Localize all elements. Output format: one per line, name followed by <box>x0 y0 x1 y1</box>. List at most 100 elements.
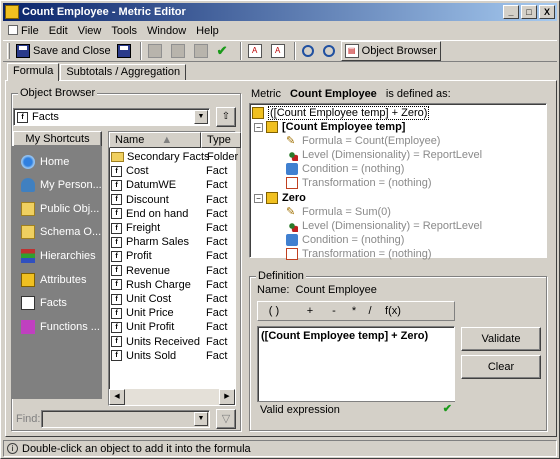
shortcut-attributes[interactable]: Attributes <box>13 270 103 290</box>
menu-bar: File Edit View Tools Window Help <box>3 22 557 40</box>
horizontal-scrollbar[interactable] <box>125 389 219 405</box>
cut-icon <box>147 44 162 58</box>
shortcut-my-personal[interactable]: My Person... <box>13 175 103 195</box>
attribute-icon <box>21 273 35 287</box>
cut-button[interactable] <box>145 41 168 61</box>
menu-tools[interactable]: Tools <box>106 25 142 37</box>
shortcut-home[interactable]: Home <box>13 152 103 172</box>
menu-file[interactable]: File <box>3 25 44 37</box>
column-type[interactable]: Type <box>201 132 241 148</box>
list-item[interactable]: f Rush Charge Fact <box>111 278 227 292</box>
list-item[interactable]: f Units Received Fact <box>111 335 227 349</box>
divide-button[interactable]: / <box>360 302 380 320</box>
object-browser-toggle[interactable]: ▤ Object Browser <box>340 41 441 61</box>
shortcut-schema-objects[interactable]: Schema O... <box>13 222 103 242</box>
minimize-button[interactable]: _ <box>503 5 519 19</box>
list-item[interactable]: f DatumWE Fact <box>111 178 227 192</box>
validate-button[interactable]: Validate <box>461 327 541 351</box>
tree-leaf[interactable]: Level (Dimensionality) = ReportLevel <box>286 148 482 162</box>
scroll-right-button[interactable]: ▶ <box>219 389 235 405</box>
title-bar[interactable]: Count Employee - Metric Editor _ □ X <box>3 3 557 21</box>
formula-tree[interactable]: ([Count Employee temp] + Zero) − [Count E… <box>249 103 547 261</box>
toolbar-separator <box>139 42 142 60</box>
folder-combo[interactable]: f Facts ▼ <box>13 108 210 126</box>
paste-button[interactable] <box>191 41 214 61</box>
tree-leaf[interactable]: Level (Dimensionality) = ReportLevel <box>286 219 482 233</box>
tab-formula[interactable]: Formula <box>7 63 60 81</box>
list-item-name: Unit Profit <box>126 321 175 334</box>
list-item-name: End on hand <box>126 207 189 220</box>
find-dependents-button[interactable] <box>320 41 341 61</box>
tree-leaf[interactable]: Transformation = (nothing) <box>286 247 432 261</box>
list-item[interactable]: f Revenue Fact <box>111 264 227 278</box>
toolbar-grip[interactable] <box>7 43 10 59</box>
tree-leaf[interactable]: Transformation = (nothing) <box>286 176 432 190</box>
tree-node-zero[interactable]: − Zero <box>254 191 306 205</box>
list-item[interactable]: f End on hand Fact <box>111 207 227 221</box>
my-shortcuts-button[interactable]: My Shortcuts <box>13 131 102 147</box>
collapse-icon[interactable]: − <box>254 122 263 132</box>
definition-label: Definition <box>256 270 306 282</box>
validate-toolbar-button[interactable]: ✔ <box>214 41 237 61</box>
tree-node-count-employee-temp[interactable]: − [Count Employee temp] <box>254 120 405 134</box>
tab-subtotals[interactable]: Subtotals / Aggregation <box>60 64 187 80</box>
list-item[interactable]: Secondary Facts Folder <box>111 150 238 164</box>
rename-alt-button[interactable]: A <box>268 41 291 61</box>
list-item-type: Folder <box>207 151 239 163</box>
filter-button[interactable]: ▽ <box>216 409 236 429</box>
column-name[interactable]: Name ▲ <box>109 132 201 148</box>
chevron-down-icon[interactable]: ▼ <box>194 412 208 426</box>
search-icon <box>322 45 335 57</box>
list-item[interactable]: f Discount Fact <box>111 193 227 207</box>
collapse-icon[interactable]: − <box>254 193 263 203</box>
find-input[interactable]: ▼ <box>41 410 210 428</box>
minus-button[interactable]: - <box>324 302 344 320</box>
parentheses-button[interactable]: ( ) <box>262 302 286 320</box>
list-item-type: Fact <box>206 222 228 234</box>
copy-button[interactable] <box>168 41 191 61</box>
toolbar-separator <box>293 42 296 60</box>
chevron-down-icon[interactable]: ▼ <box>194 110 208 124</box>
clear-button[interactable]: Clear <box>461 355 541 379</box>
tree-leaf[interactable]: ✎ Formula = Count(Employee) <box>286 134 440 148</box>
maximize-button[interactable]: □ <box>521 5 537 19</box>
menu-window[interactable]: Window <box>142 25 191 37</box>
menu-view[interactable]: View <box>73 25 107 37</box>
level-icon <box>286 220 298 232</box>
tree-root[interactable]: ([Count Employee temp] + Zero) <box>252 106 430 120</box>
parent-folder-button[interactable]: ⇧ <box>216 107 236 127</box>
close-button[interactable]: X <box>539 5 555 19</box>
menu-help[interactable]: Help <box>191 25 224 37</box>
save-and-close-button[interactable]: Save and Close <box>13 41 114 61</box>
list-item[interactable]: f Unit Profit Fact <box>111 320 227 334</box>
fact-icon: f <box>111 179 122 191</box>
tree-leaf[interactable]: Condition = (nothing) <box>286 233 404 247</box>
list-item[interactable]: f Freight Fact <box>111 221 227 235</box>
tree-leaf[interactable]: ✎ Formula = Sum(0) <box>286 205 391 219</box>
list-item[interactable]: f Profit Fact <box>111 249 227 263</box>
list-item[interactable]: f Units Sold Fact <box>111 349 227 363</box>
toolbar-separator <box>239 42 242 60</box>
metric-app-icon <box>5 5 19 19</box>
plus-button[interactable]: + <box>300 302 320 320</box>
save-button[interactable] <box>114 41 137 61</box>
tree-leaf[interactable]: Condition = (nothing) <box>286 162 404 176</box>
shortcut-functions[interactable]: Functions ... <box>13 317 103 337</box>
menu-edit[interactable]: Edit <box>44 25 73 37</box>
list-item[interactable]: f Pharm Sales Fact <box>111 235 227 249</box>
list-item[interactable]: f Unit Cost Fact <box>111 292 227 306</box>
list-item[interactable]: f Cost Fact <box>111 164 227 178</box>
function-button[interactable]: f(x) <box>380 302 406 320</box>
find-button[interactable] <box>299 41 320 61</box>
shortcut-facts[interactable]: Facts <box>13 293 103 313</box>
home-icon <box>21 155 35 169</box>
metric-editor-window: Count Employee - Metric Editor _ □ X Fil… <box>0 0 560 459</box>
list-item-type: Fact <box>206 207 228 220</box>
object-list[interactable]: Name ▲ Type Secondary Facts Folder f Cost Fa… <box>108 131 241 406</box>
rename-button[interactable]: A <box>245 41 268 61</box>
scroll-left-button[interactable]: ◀ <box>109 389 125 405</box>
list-item[interactable]: f Unit Price Fact <box>111 306 227 320</box>
metric-icon <box>252 107 264 119</box>
shortcut-hierarchies[interactable]: Hierarchies <box>13 246 103 266</box>
shortcut-public-objects[interactable]: Public Obj... <box>13 199 103 219</box>
